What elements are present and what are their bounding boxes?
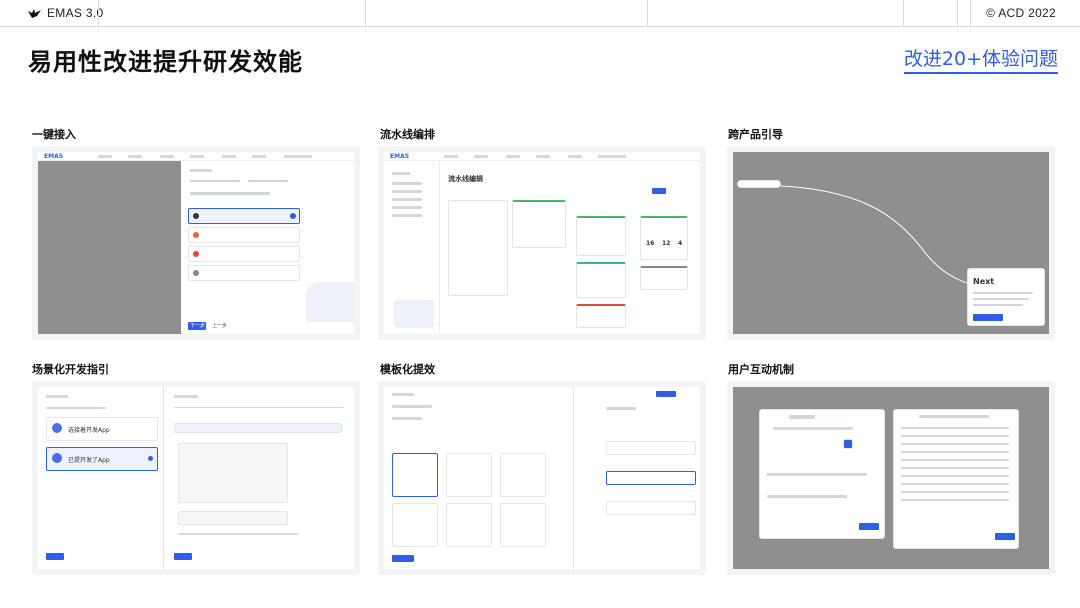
card-label-pipeline: 流水线编排	[380, 128, 435, 141]
copyright: © ACD 2022	[986, 6, 1056, 20]
card-interaction[interactable]	[727, 381, 1055, 575]
card-label-one-click: 一键接入	[32, 128, 76, 141]
card-label-interaction: 用户互动机制	[728, 363, 794, 376]
top-bar: EMAS 3.0 © ACD 2022	[0, 0, 1080, 27]
screenshot-cross-product: Next	[733, 152, 1049, 334]
brand: EMAS 3.0	[28, 6, 103, 20]
screenshot-pipeline: EMAS 流水线编辑 16 12 4	[384, 152, 700, 334]
card-pipeline[interactable]: EMAS 流水线编辑 16 12 4	[378, 146, 706, 340]
screenshot-interaction	[733, 387, 1049, 569]
card-one-click[interactable]: EMAS 下一步 上一步	[32, 146, 360, 340]
screenshot-scenario: 选接着开发App 已提开发了App	[38, 387, 354, 569]
card-label-template: 模板化提效	[380, 363, 435, 376]
card-label-cross-product: 跨产品引导	[728, 128, 783, 141]
screenshot-one-click: EMAS 下一步 上一步	[38, 152, 354, 334]
card-scenario[interactable]: 选接着开发App 已提开发了App	[32, 381, 360, 575]
card-template[interactable]	[378, 381, 706, 575]
page-title: 易用性改进提升研发效能	[28, 48, 303, 76]
screenshot-template	[384, 387, 700, 569]
bird-logo-icon	[28, 8, 41, 18]
brand-text: EMAS 3.0	[47, 6, 104, 20]
improvement-link[interactable]: 改进20+体验问题	[903, 44, 1058, 74]
card-label-scenario: 场景化开发指引	[32, 363, 109, 376]
card-cross-product[interactable]: Next	[727, 146, 1055, 340]
